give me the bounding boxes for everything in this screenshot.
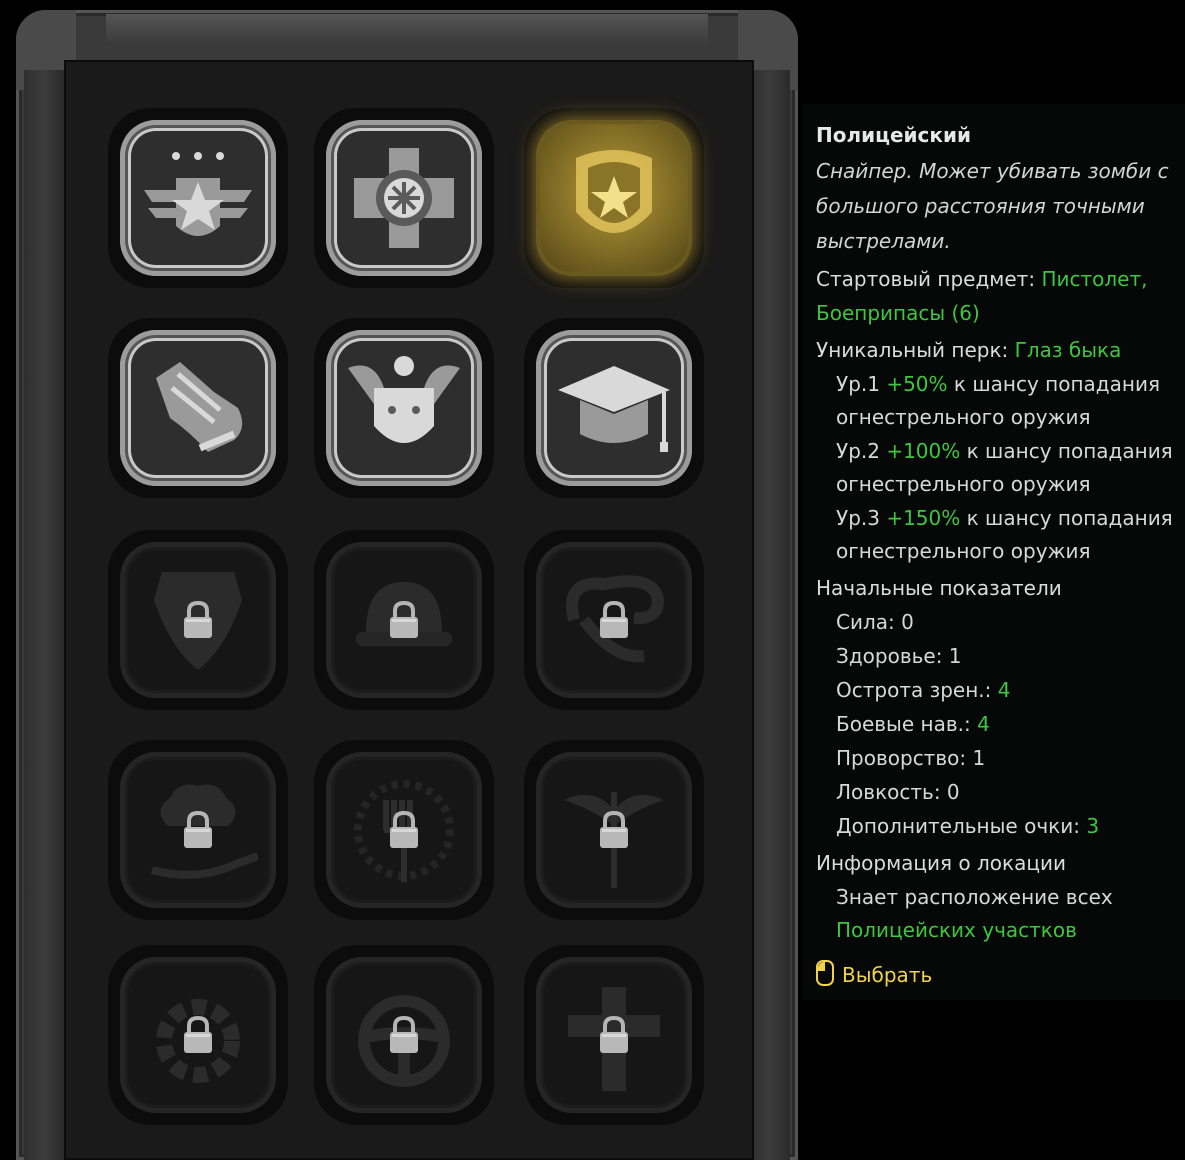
profession-slot-police[interactable] (524, 108, 704, 288)
profession-slot-doctor[interactable] (524, 740, 704, 920)
stat-value: 4 (997, 678, 1011, 702)
perk-level-bonus: +100% (886, 439, 961, 463)
start-item: Стартовый предмет: Пистолет, (816, 267, 1147, 291)
tooltip-desc-line-3: выстрелами. (816, 229, 951, 253)
stat-label: Проворство: (836, 746, 973, 770)
profession-slot-ranger[interactable] (108, 530, 288, 710)
stat-row: Ловкость: 0 (836, 780, 960, 804)
profession-frame (16, 10, 798, 1160)
perk-level-3-text2: огнестрельного оружия (836, 539, 1091, 563)
lock-icon (596, 600, 632, 640)
perk-level-text: к шансу попадания (960, 506, 1173, 530)
frame-rail-left (24, 70, 64, 1160)
eagle-shield-icon (344, 348, 464, 468)
stat-row: Сила: 0 (836, 610, 914, 634)
stat-label: Дополнительные очки: (836, 814, 1087, 838)
location-text-1: Знает расположение всех (836, 885, 1113, 909)
profession-slot-mechanic[interactable] (108, 945, 288, 1125)
frame-rail-right (750, 70, 790, 1160)
stat-label: Ловкость: (836, 780, 947, 804)
stat-row: Боевые нав.: 4 (836, 712, 990, 736)
profession-slot-builder[interactable] (314, 530, 494, 710)
select-button[interactable]: Выбрать (816, 960, 932, 987)
perk-label: Уникальный перк: (816, 338, 1015, 362)
lock-icon (180, 1015, 216, 1055)
frame-top-strip (106, 14, 708, 44)
perk-level-text: к шансу попадания (947, 372, 1160, 396)
perk-level-1-text2: огнестрельного оружия (836, 405, 1091, 429)
perk-level-text: к шансу попадания (960, 439, 1173, 463)
profession-slot-guard[interactable] (314, 318, 494, 498)
location-text-2: Полицейских участков (836, 918, 1077, 942)
profession-slot-chef[interactable] (108, 740, 288, 920)
profession-slot-firefighter[interactable] (314, 108, 494, 288)
stat-label: Острота зрен.: (836, 678, 998, 702)
location-title: Информация о локации (816, 851, 1066, 875)
profession-slot-veteran[interactable] (108, 108, 288, 288)
stat-label: Здоровье: (836, 644, 949, 668)
tooltip-desc-line-1: Снайпер. Может убивать зомби с (816, 159, 1169, 183)
stat-value: 1 (948, 644, 962, 668)
stat-value: 4 (977, 712, 990, 736)
perk-level-bonus: +50% (886, 372, 948, 396)
profession-slot-student[interactable] (524, 318, 704, 498)
mouse-left-click-icon (816, 960, 834, 986)
stat-value: 3 (1086, 814, 1100, 838)
lock-icon (596, 1015, 632, 1055)
profession-grid (64, 60, 754, 1160)
start-item-value-2: Боеприпасы (6) (816, 301, 980, 325)
perk-value: Глаз быка (1014, 338, 1122, 362)
perk-level-label: Ур.2 (836, 439, 887, 463)
profession-slot-farmer[interactable] (314, 740, 494, 920)
perk-level-2-text2: огнестрельного оружия (836, 472, 1091, 496)
profession-slot-cowboy[interactable] (524, 530, 704, 710)
profession-slot-driver[interactable] (314, 945, 494, 1125)
stat-value: 0 (946, 780, 960, 804)
lock-icon (180, 600, 216, 640)
perk-level-label: Ур.3 (836, 506, 887, 530)
stat-row: Проворство: 1 (836, 746, 985, 770)
perk-level-3: Ур.3 +150% к шансу попадания (836, 506, 1173, 530)
profession-tooltip: Полицейский Снайпер. Может убивать зомби… (803, 104, 1185, 1000)
sneaker-icon (138, 348, 258, 468)
lock-icon (596, 810, 632, 850)
stat-row: Дополнительные очки: 3 (836, 814, 1099, 838)
police-badge-icon (554, 138, 674, 258)
unique-perk: Уникальный перк: Глаз быка (816, 338, 1121, 362)
stat-row: Острота зрен.: 4 (836, 678, 1010, 702)
lock-icon (386, 810, 422, 850)
fire-department-emblem-icon (344, 138, 464, 258)
stat-label: Боевые нав.: (836, 712, 978, 736)
select-label: Выбрать (842, 963, 933, 987)
profession-slot-runner[interactable] (108, 318, 288, 498)
stat-value: 0 (901, 610, 914, 634)
stats-title: Начальные показатели (816, 576, 1062, 600)
profession-slot-priest[interactable] (524, 945, 704, 1125)
tooltip-desc-line-2: большого расстояния точными (816, 194, 1145, 218)
perk-level-label: Ур.1 (836, 372, 887, 396)
start-item-label: Стартовый предмет: (816, 267, 1042, 291)
lock-icon (386, 600, 422, 640)
perk-level-1: Ур.1 +50% к шансу попадания (836, 372, 1160, 396)
perk-level-2: Ур.2 +100% к шансу попадания (836, 439, 1173, 463)
stat-value: 1 (972, 746, 986, 770)
stat-label: Сила: (836, 610, 902, 634)
start-item-value-1: Пистолет, (1041, 267, 1148, 291)
lock-icon (180, 810, 216, 850)
veteran-badge-icon (138, 138, 258, 258)
stat-row: Здоровье: 1 (836, 644, 962, 668)
tooltip-title: Полицейский (816, 123, 971, 147)
graduation-cap-icon (554, 348, 674, 468)
lock-icon (386, 1015, 422, 1055)
perk-level-bonus: +150% (886, 506, 961, 530)
